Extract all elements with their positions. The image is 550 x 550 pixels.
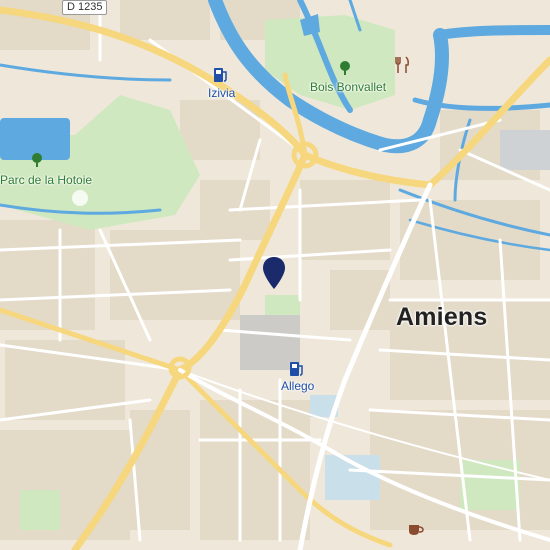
city-label: Amiens (396, 303, 488, 331)
road-shield: D 1235 (62, 0, 108, 15)
tree-icon (30, 152, 44, 173)
restaurant-icon[interactable] (395, 56, 411, 79)
location-pin-icon[interactable] (262, 256, 286, 295)
map-view[interactable]: D 1235 Parc de la Hotoie Bois Bonvallet … (0, 0, 550, 550)
poi-label-allego[interactable]: Allego (281, 379, 314, 393)
tree-icon (338, 60, 352, 81)
park-label-bonvallet[interactable]: Bois Bonvallet (310, 80, 386, 94)
poi-label-izivia[interactable]: Izivia (208, 86, 235, 100)
cafe-icon[interactable] (407, 523, 425, 542)
park-label-hotoie[interactable]: Parc de la Hotoie (0, 173, 92, 187)
